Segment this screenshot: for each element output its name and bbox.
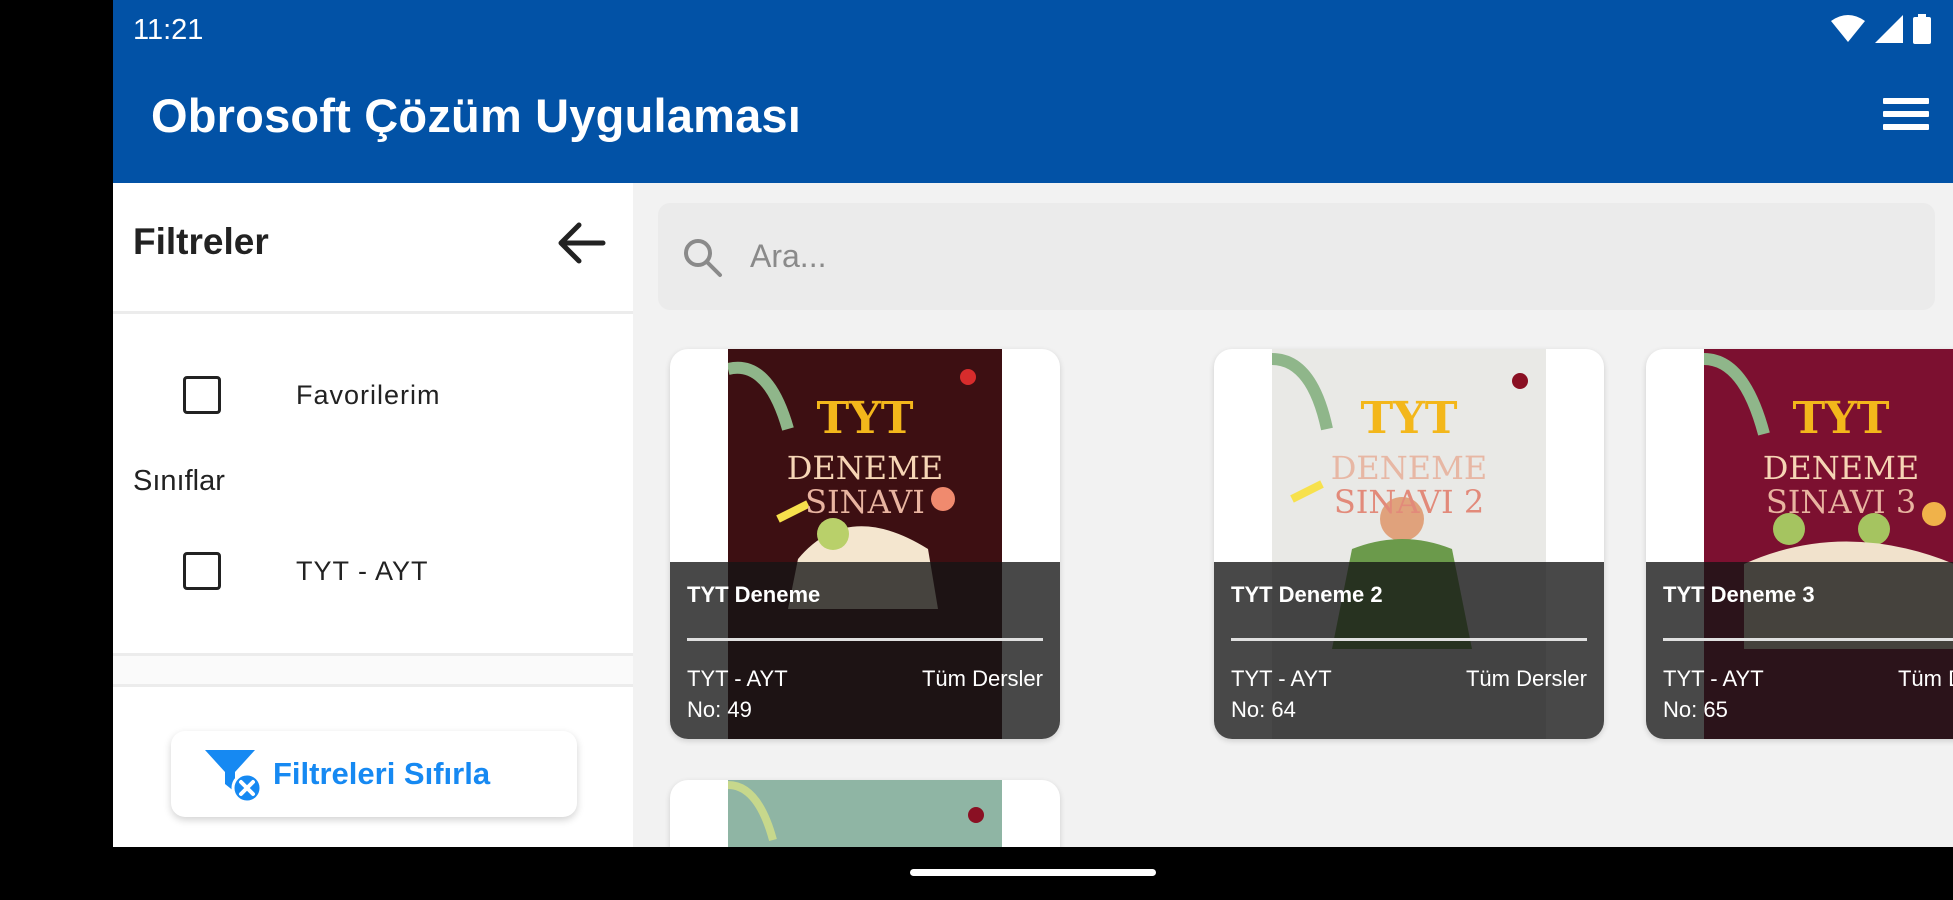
card-number: No: 64 <box>1231 697 1296 722</box>
card-subject: Tüm Dersler <box>921 666 1043 691</box>
favorites-label: Favorilerim <box>296 379 441 410</box>
card-number: No: 49 <box>687 697 752 722</box>
cover-line-2: DENEME <box>1330 449 1488 487</box>
app-bar: 11:21 Obrosoft Çözüm Uygulaması <box>113 0 1953 183</box>
home-indicator[interactable] <box>910 869 1156 876</box>
back-arrow-icon[interactable] <box>553 215 609 271</box>
card-title: TYT Deneme 3 <box>1663 582 1815 607</box>
exam-card[interactable]: TYT DENEME SINAVI 2 TYT Deneme 2 TYT - A… <box>1214 349 1604 739</box>
card-info-overlay: TYT Deneme 3 TYT - AYT Tüm Dersler No: 6… <box>1646 562 1953 739</box>
card-number: No: 65 <box>1663 697 1728 722</box>
app-screen: 11:21 Obrosoft Çözüm Uygulaması Filtrele… <box>113 0 1953 847</box>
card-class: TYT - AYT <box>1231 666 1332 691</box>
exam-card[interactable]: TYT DENEME SINAVI 3 TYT Deneme 3 TYT - A… <box>1646 349 1953 739</box>
class-filter-tyt-ayt[interactable]: TYT - AYT <box>183 552 429 590</box>
reset-filters-button[interactable]: Filtreleri Sıfırla <box>171 731 577 817</box>
cover-line-3: SINAVI <box>805 483 925 521</box>
sidebar-header: Filtreler <box>113 183 633 314</box>
status-time: 11:21 <box>133 14 204 46</box>
cover-line-3: SINAVI 3 <box>1765 483 1917 521</box>
search-bar[interactable] <box>658 203 1935 310</box>
card-title: TYT Deneme 2 <box>1231 582 1383 607</box>
card-class: TYT - AYT <box>687 666 788 691</box>
battery-icon <box>1913 14 1931 44</box>
card-info-overlay: TYT Deneme TYT - AYT Tüm Dersler No: 49 <box>670 562 1060 739</box>
cover-line-3: SINAVI 2 <box>1333 483 1485 521</box>
search-input[interactable] <box>748 237 1852 276</box>
card-divider <box>1231 638 1587 641</box>
search-icon <box>684 238 722 277</box>
signal-icon <box>1875 15 1903 43</box>
card-subject: Tüm Dersler <box>1465 666 1587 691</box>
reset-filters-label: Filtreleri Sıfırla <box>273 756 491 791</box>
classes-section-label: Sınıflar <box>133 465 225 497</box>
wifi-icon <box>1831 15 1865 42</box>
cover-line-1: TYT <box>816 393 914 444</box>
exam-card[interactable] <box>670 780 1060 847</box>
menu-icon[interactable] <box>1883 98 1929 138</box>
exam-cover-image <box>728 780 1002 847</box>
app-title: Obrosoft Çözüm Uygulaması <box>151 89 802 142</box>
sidebar-divider <box>113 653 633 687</box>
cover-line-2: DENEME <box>786 449 944 487</box>
cover-line-1: TYT <box>1360 393 1458 444</box>
pane-separator <box>633 183 645 847</box>
favorites-filter[interactable]: Favorilerim <box>183 376 441 414</box>
exam-card[interactable]: TYT DENEME SINAVI TYT Deneme TYT - AYT T… <box>670 349 1060 739</box>
cover-line-2: DENEME <box>1762 449 1920 487</box>
filter-reset-icon <box>203 744 263 804</box>
status-icons <box>1831 14 1931 44</box>
tyt-ayt-label: TYT - AYT <box>296 555 429 586</box>
card-subject: Tüm Dersler <box>1897 666 1953 691</box>
card-divider <box>1663 638 1953 641</box>
tyt-ayt-checkbox[interactable] <box>183 552 221 590</box>
card-divider <box>687 638 1043 641</box>
card-title: TYT Deneme <box>687 582 821 607</box>
sidebar-title: Filtreler <box>133 221 269 262</box>
filter-sidebar: Filtreler Favorilerim Sınıflar TYT - AYT <box>113 183 633 847</box>
card-class: TYT - AYT <box>1663 666 1764 691</box>
favorites-checkbox[interactable] <box>183 376 221 414</box>
card-info-overlay: TYT Deneme 2 TYT - AYT Tüm Dersler No: 6… <box>1214 562 1604 739</box>
cover-line-1: TYT <box>1792 393 1890 444</box>
